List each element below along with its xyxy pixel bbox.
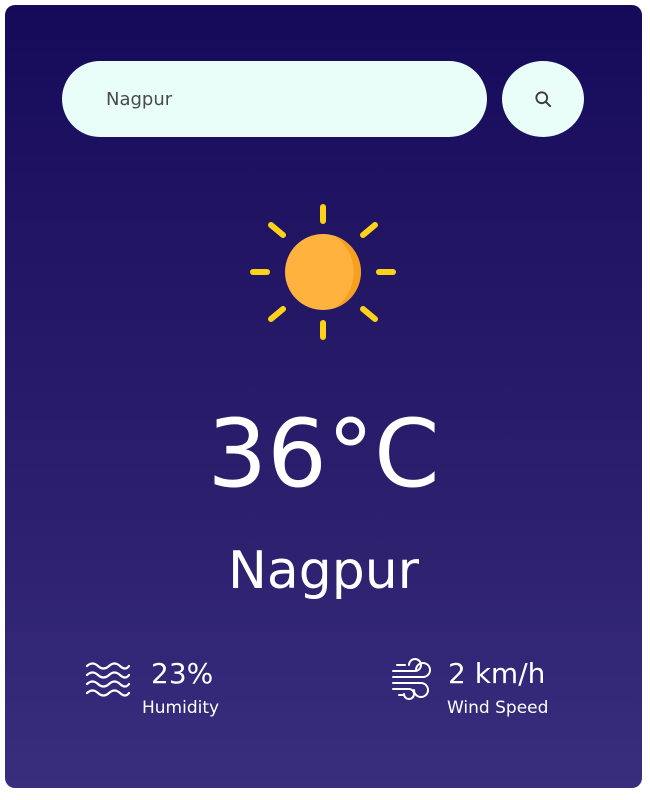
- weather-card: 36°C Nagpur 23% Humidity 2 km/h Wind Spe…: [5, 5, 642, 788]
- search-button[interactable]: [502, 61, 584, 137]
- sun-icon: [250, 204, 396, 340]
- temperature: 36°C: [207, 400, 440, 509]
- humidity-label: Humidity: [142, 698, 220, 718]
- humidity-waves-icon: [85, 662, 131, 697]
- wind-icon: [392, 658, 431, 700]
- humidity-value: 23%: [151, 657, 214, 690]
- city-name: Nagpur: [227, 541, 420, 601]
- search-input[interactable]: [62, 61, 487, 137]
- wind-speed-value: 2 km/h: [448, 657, 546, 690]
- search-icon: [535, 91, 552, 108]
- wind-speed-label: Wind Speed: [447, 698, 549, 718]
